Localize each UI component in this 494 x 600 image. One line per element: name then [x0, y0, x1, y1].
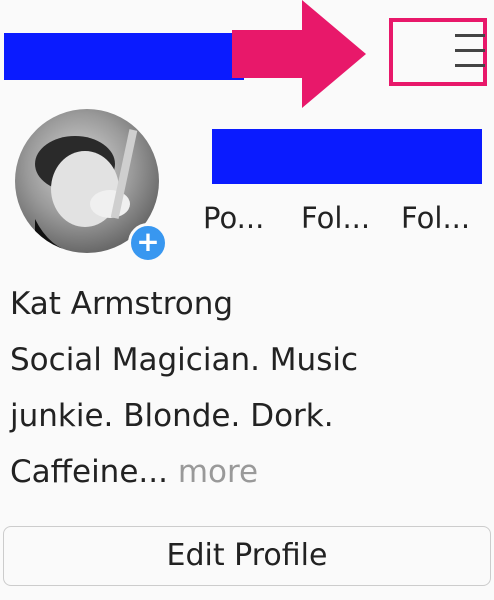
bio-name: Kat Armstrong [10, 286, 234, 322]
stat-followers[interactable]: Fol... [301, 196, 370, 240]
edit-profile-button[interactable]: Edit Profile [3, 526, 491, 586]
profile-header [0, 0, 494, 108]
username-redaction [4, 33, 244, 80]
bio-line-3-text: Caffeine... [10, 454, 168, 490]
annotation-arrow-icon [232, 0, 366, 108]
stat-posts[interactable]: Po... [203, 196, 264, 240]
display-name-redaction [212, 129, 482, 184]
add-story-plus-icon[interactable]: + [128, 223, 168, 263]
profile-stats: Po... Fol... Fol... [203, 196, 493, 240]
profile-bio: Kat Armstrong Social Magician. Music jun… [10, 276, 480, 500]
bio-line-2: junkie. Blonde. Dork. [10, 398, 334, 434]
menu-highlight-box [389, 18, 487, 86]
hamburger-menu-icon[interactable] [455, 30, 491, 72]
stat-following[interactable]: Fol... [401, 196, 470, 240]
bio-line-1: Social Magician. Music [10, 342, 359, 378]
bio-more-link[interactable]: more [178, 454, 258, 490]
profile-avatar[interactable]: + [15, 109, 168, 263]
bio-line-3: Caffeine... more [10, 444, 480, 500]
